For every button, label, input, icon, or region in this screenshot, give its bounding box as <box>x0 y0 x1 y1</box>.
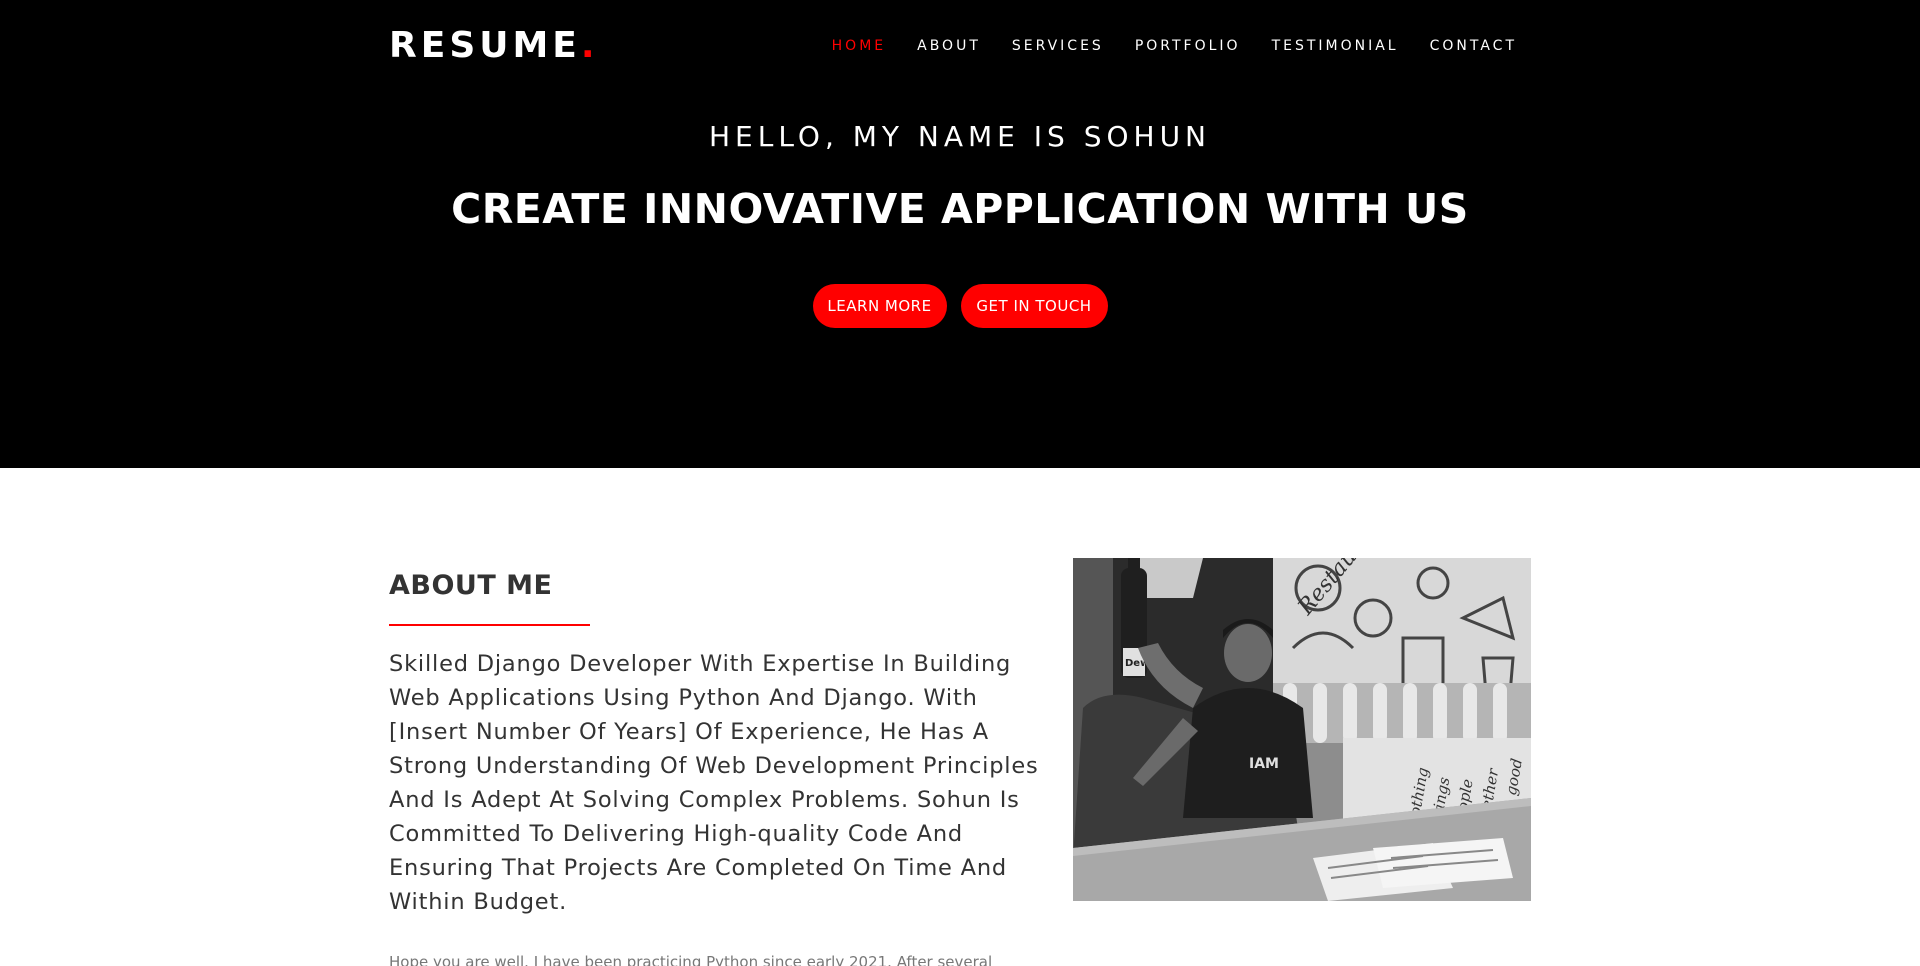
main-nav: HOME ABOUT SERVICES PORTFOLIO TESTIMONIA… <box>832 35 1517 56</box>
brand-dot: . <box>580 25 599 66</box>
profile-photo: Restaurant nothing brings people <box>1073 558 1531 901</box>
hero-title: CREATE INNOVATIVE APPLICATION WITH US <box>451 185 1469 233</box>
get-in-touch-button[interactable]: GET IN TOUCH <box>960 284 1108 328</box>
nav-about-link[interactable]: ABOUT <box>917 38 981 54</box>
about-heading-underline <box>389 624 590 626</box>
nav-services-link[interactable]: SERVICES <box>1012 38 1104 54</box>
learn-more-button[interactable]: LEARN MORE <box>812 284 947 328</box>
hero-buttons: LEARN MORE GET IN TOUCH <box>0 284 1920 328</box>
nav-home-link[interactable]: HOME <box>832 38 886 54</box>
nav-testimonial-link[interactable]: TESTIMONIAL <box>1272 38 1399 54</box>
photo-shirt-text: IAM <box>1249 756 1279 772</box>
about-lead-paragraph: Skilled Django Developer With Expertise … <box>389 651 1039 915</box>
brand-logo[interactable]: RESUME. <box>389 24 599 68</box>
about-extra-paragraph: Hope you are well. I have been practicin… <box>389 953 993 966</box>
about-heading: ABOUT ME <box>389 570 553 601</box>
brand-name: RESUME <box>389 25 581 66</box>
site-header: RESUME. HOME ABOUT SERVICES PORTFOLIO TE… <box>0 0 1920 92</box>
hero-greeting: HELLO, MY NAME IS SOHUN <box>708 120 1212 153</box>
nav-contact-link[interactable]: CONTACT <box>1430 38 1517 54</box>
hero-section: HELLO, MY NAME IS SOHUN CREATE INNOVATIV… <box>0 92 1920 468</box>
nav-portfolio-link[interactable]: PORTFOLIO <box>1135 38 1241 54</box>
